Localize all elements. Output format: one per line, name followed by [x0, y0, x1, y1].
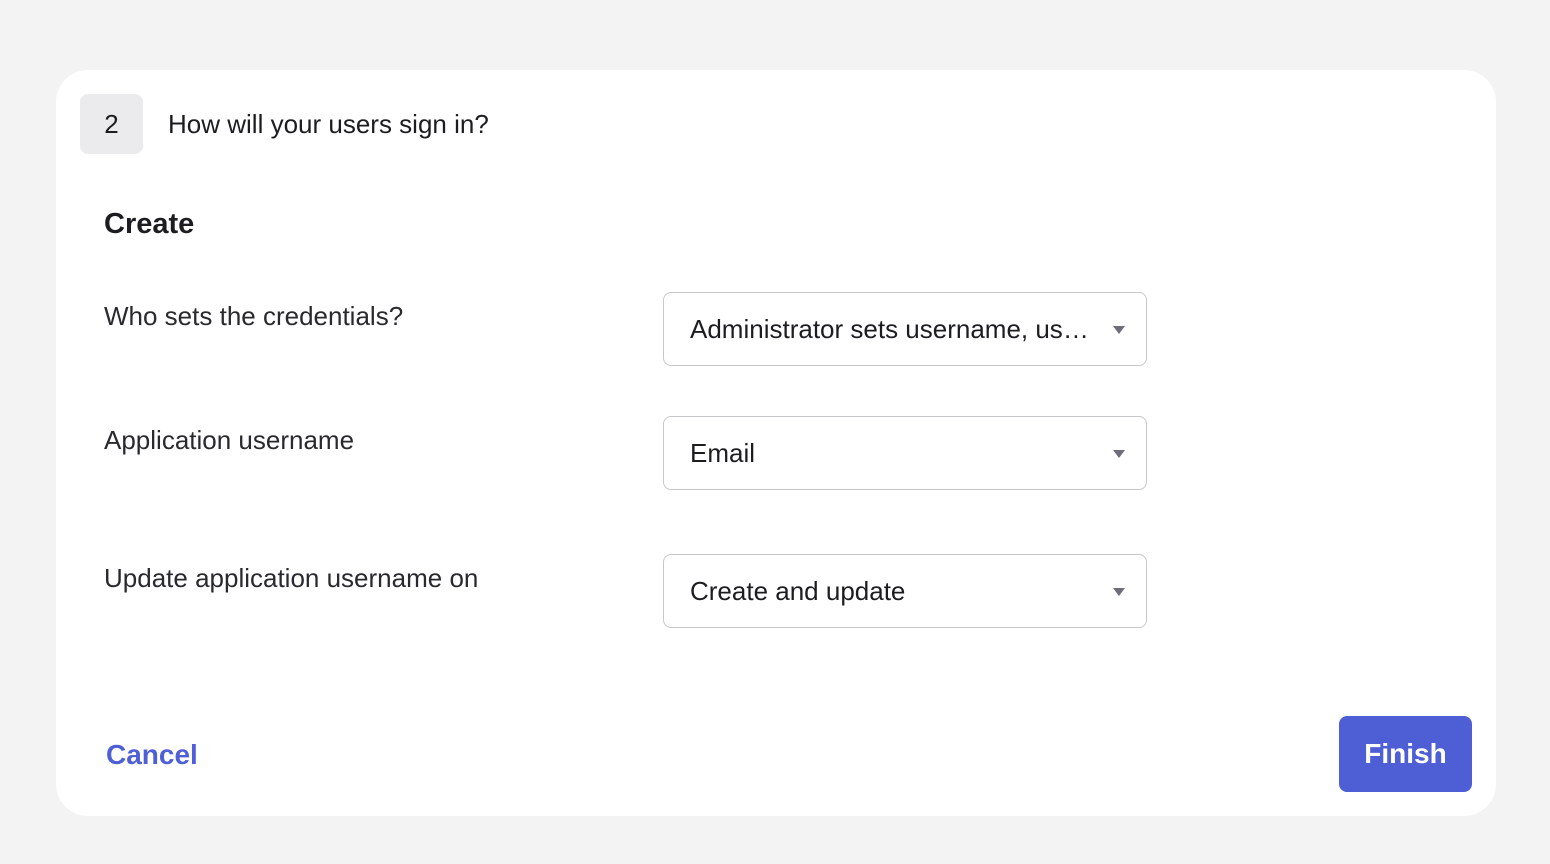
update-username-on-select[interactable]: Create and update — [663, 554, 1147, 628]
credentials-select-value: Administrator sets username, user sets p… — [690, 314, 1090, 344]
update-username-on-select-value: Create and update — [690, 576, 906, 606]
step-number-badge: 2 — [80, 94, 143, 154]
section-title: Create — [104, 208, 195, 240]
chevron-down-icon — [1113, 450, 1125, 458]
step-title: How will your users sign in? — [168, 109, 489, 139]
application-username-label: Application username — [104, 425, 355, 455]
credentials-label: Who sets the credentials? — [104, 301, 404, 331]
chevron-down-icon — [1113, 326, 1125, 334]
update-username-on-label: Update application username on — [104, 563, 479, 593]
chevron-down-icon — [1113, 588, 1125, 596]
finish-button[interactable]: Finish — [1339, 716, 1472, 792]
cancel-link[interactable]: Cancel — [106, 738, 198, 772]
application-username-select[interactable]: Email — [663, 416, 1147, 490]
credentials-select[interactable]: Administrator sets username, user sets p… — [663, 292, 1147, 366]
sign-in-step-card: 2 How will your users sign in? Create Wh… — [56, 70, 1496, 816]
application-username-select-value: Email — [690, 438, 756, 468]
